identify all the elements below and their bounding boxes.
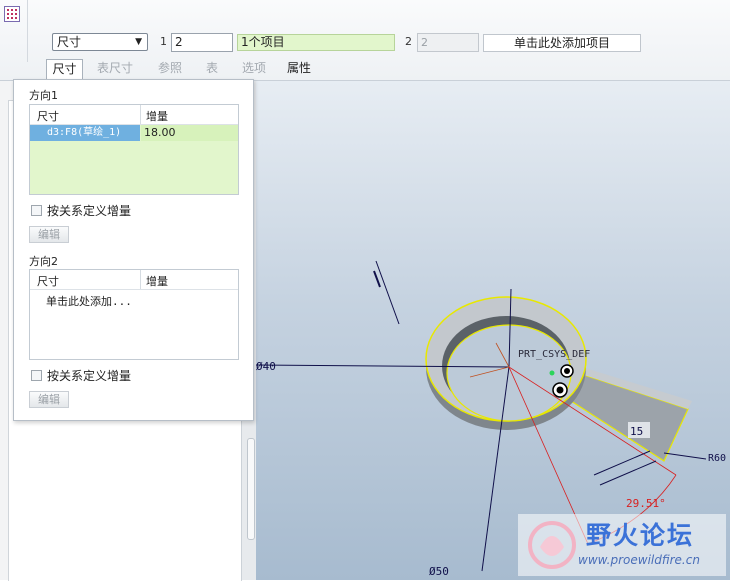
pattern-type-select[interactable]: 尺寸 ▼	[52, 33, 148, 51]
direction1-relation-checkbox[interactable]	[31, 205, 42, 216]
direction1-edit-button[interactable]: 编辑	[29, 226, 69, 243]
direction2-table-header: 尺寸 增量	[30, 270, 238, 290]
row-increment[interactable]: 18.00	[141, 125, 238, 141]
tab-dimensions[interactable]: 尺寸	[46, 59, 83, 79]
direction1-table[interactable]: 尺寸 增量 d3:F8(草绘_1) 18.00	[29, 104, 239, 195]
column-dimension: 尺寸	[37, 110, 59, 123]
pattern-grid-icon[interactable]	[4, 6, 20, 22]
row-dimension[interactable]: d3:F8(草绘_1)	[30, 125, 140, 141]
tab-options[interactable]: 选项	[236, 59, 272, 79]
leader-line	[375, 260, 400, 325]
r60-leader	[663, 452, 707, 460]
dim-40-label: Ø40	[256, 360, 276, 373]
direction2-number: 2	[405, 35, 412, 48]
watermark: 野火论坛 www.proewildfire.cn	[518, 514, 726, 576]
chevron-down-icon: ▼	[135, 37, 142, 47]
column-dimension: 尺寸	[37, 275, 59, 288]
splitter-handle[interactable]	[247, 438, 255, 540]
tab-properties[interactable]: 属性	[284, 59, 314, 79]
leader-mark	[373, 270, 381, 288]
direction1-collector[interactable]: 1个项目	[237, 34, 395, 51]
dim-r60-label: R60	[708, 453, 726, 464]
tab-table-dimensions[interactable]: 表尺寸	[93, 59, 137, 79]
direction1-table-header: 尺寸 增量	[30, 105, 238, 125]
direction2-title: 方向2	[29, 255, 58, 268]
dimensions-panel: 方向1 尺寸 增量 d3:F8(草绘_1) 18.00 按关系定义增量 编辑 方…	[13, 79, 254, 421]
direction1-relation-label: 按关系定义增量	[47, 204, 132, 218]
column-increment: 增量	[146, 275, 168, 288]
direction1-number: 1	[160, 35, 167, 48]
direction2-relation-checkbox[interactable]	[31, 370, 42, 381]
ribbon-toolbar: 尺寸 ▼ 1 2 1个项目 2 2 单击此处添加项目 尺寸 表尺寸 参照 表 选…	[0, 0, 730, 81]
ribbon-separator	[27, 0, 28, 62]
direction2-count-input[interactable]: 2	[417, 33, 479, 52]
column-increment: 增量	[146, 110, 168, 123]
tab-references[interactable]: 参照	[152, 59, 188, 79]
watermark-logo-icon	[528, 521, 576, 569]
dim15-line-a	[599, 460, 657, 486]
table-row[interactable]: d3:F8(草绘_1) 18.00	[30, 125, 238, 141]
direction2-add-placeholder[interactable]: 单击此处添加...	[46, 293, 132, 309]
datum-point-2-dot	[556, 386, 564, 394]
datum-point-1-dot	[564, 368, 570, 374]
dim-15-label: 15	[630, 425, 643, 438]
direction2-edit-button[interactable]: 编辑	[29, 391, 69, 408]
pattern-type-value: 尺寸	[57, 35, 82, 49]
direction1-count-input[interactable]: 2	[171, 33, 233, 52]
csys-origin-marker	[549, 370, 555, 376]
watermark-url: www.proewildfire.cn	[578, 553, 700, 567]
cad-model-view: PRT_CSYS_DEF Ø40 Ø50 15 R60 29.51°	[256, 260, 726, 578]
direction2-collector[interactable]: 单击此处添加项目	[483, 34, 641, 52]
dim-angle-label: 29.51°	[626, 497, 666, 510]
tab-table[interactable]: 表	[201, 59, 223, 79]
watermark-title: 野火论坛	[586, 521, 695, 550]
direction1-title: 方向1	[29, 89, 58, 102]
csys-label: PRT_CSYS_DEF	[518, 349, 590, 360]
direction2-table[interactable]: 尺寸 增量 单击此处添加...	[29, 269, 239, 360]
dim15-line-b	[593, 450, 651, 476]
dim-50-label: Ø50	[429, 565, 449, 578]
direction2-relation-label: 按关系定义增量	[47, 369, 132, 383]
